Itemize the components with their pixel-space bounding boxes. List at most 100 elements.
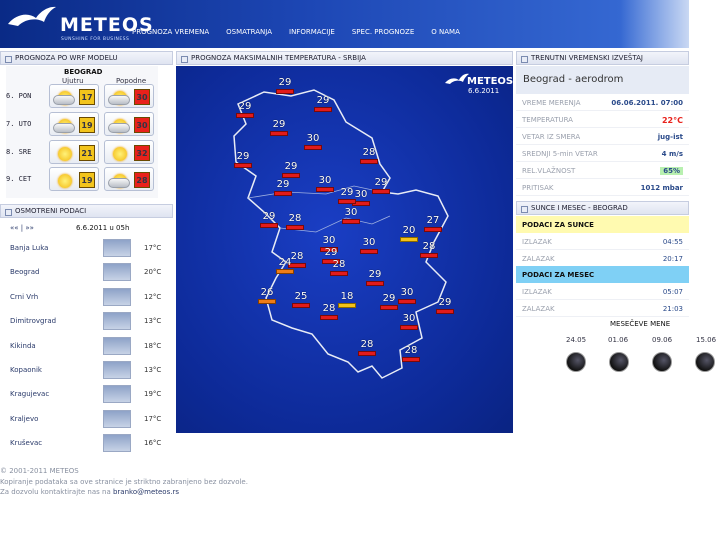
temperature-map[interactable]: METEOS 6.6.2011 29 29 29 29 30 28 29 29 30 29 30 29… bbox=[176, 66, 513, 433]
wrf-morning-cell[interactable]: 19 bbox=[49, 112, 99, 136]
map-temp-marker[interactable]: 29 bbox=[372, 178, 390, 194]
map-temp-marker[interactable]: 29 bbox=[436, 298, 454, 314]
map-temp-marker[interactable]: 30 bbox=[398, 288, 416, 304]
map-temp-value: 20 bbox=[402, 225, 416, 236]
map-temp-marker[interactable]: 26 bbox=[258, 288, 276, 304]
station-row[interactable]: Crni Vrh 12°C bbox=[0, 285, 173, 309]
map-temp-marker[interactable]: 25 bbox=[292, 292, 310, 308]
map-temp-marker[interactable]: 28 bbox=[360, 148, 378, 164]
station-row[interactable]: Kraljevo 17°C bbox=[0, 407, 173, 431]
map-temp-value: 25 bbox=[294, 291, 308, 302]
station-row[interactable]: Kikinda 18°C bbox=[0, 334, 173, 358]
map-temp-marker[interactable]: 29 bbox=[314, 96, 332, 112]
sky-photo-icon bbox=[103, 434, 131, 453]
station-row[interactable]: Dimitrovgrad 13°C bbox=[0, 309, 173, 333]
wrf-morning-cell[interactable]: 21 bbox=[49, 140, 99, 164]
wrf-afternoon-cell[interactable]: 28 bbox=[104, 167, 154, 191]
report-label: TEMPERATURA bbox=[522, 116, 573, 124]
station-row[interactable]: Kragujevac 19°C bbox=[0, 382, 173, 406]
footer-email-link[interactable]: branko@meteos.rs bbox=[113, 488, 179, 496]
map-temp-marker[interactable]: 29 bbox=[270, 120, 288, 136]
map-temp-marker[interactable]: 29 bbox=[260, 212, 278, 228]
map-temp-marker[interactable]: 30 bbox=[316, 176, 334, 192]
map-temp-bar bbox=[282, 173, 300, 178]
wrf-temp-value: 28 bbox=[134, 172, 150, 188]
station-name[interactable]: Banja Luka bbox=[10, 244, 48, 252]
map-temp-marker[interactable]: 28 bbox=[402, 346, 420, 362]
sun-head: PODACI ZA SUNCE bbox=[522, 221, 594, 229]
map-temp-marker[interactable]: 29 bbox=[380, 294, 398, 310]
map-temp-bar bbox=[380, 305, 398, 310]
obs-nav-arrows[interactable]: «« | »» bbox=[10, 224, 34, 232]
map-temp-marker[interactable]: 29 bbox=[282, 162, 300, 178]
map-temp-marker[interactable]: 20 bbox=[400, 226, 418, 242]
map-temp-bar bbox=[342, 219, 360, 224]
map-temp-marker[interactable]: 29 bbox=[366, 270, 384, 286]
nav-informacije[interactable]: INFORMACIJE bbox=[289, 28, 335, 36]
map-temp-value: 29 bbox=[238, 101, 252, 112]
map-temp-marker[interactable]: 29 bbox=[234, 152, 252, 168]
map-temp-bar bbox=[236, 113, 254, 118]
station-row[interactable]: Banja Luka 17°C bbox=[0, 236, 173, 260]
sky-photo-icon bbox=[103, 239, 131, 257]
map-temp-marker[interactable]: 29 bbox=[274, 180, 292, 196]
report-row: VETAR IZ SMERA jug-ist bbox=[516, 128, 689, 145]
station-name[interactable]: Kopaonik bbox=[10, 366, 42, 374]
map-temp-bar bbox=[366, 281, 384, 286]
map-temp-value: 29 bbox=[284, 161, 298, 172]
map-temp-marker[interactable]: 30 bbox=[360, 238, 378, 254]
map-temp-marker[interactable]: 30 bbox=[400, 314, 418, 330]
sun-cloud-icon bbox=[53, 117, 75, 133]
nav-osmatranja[interactable]: OSMATRANJA bbox=[226, 28, 272, 36]
report-row: VREME MERENJA 06.06.2011. 07:00 bbox=[516, 94, 689, 111]
wrf-afternoon-cell[interactable]: 30 bbox=[104, 84, 154, 108]
map-temp-marker[interactable]: 30 bbox=[342, 208, 360, 224]
station-name[interactable]: Kikinda bbox=[10, 342, 36, 350]
sunrise-label: IZLAZAK bbox=[522, 238, 552, 246]
wrf-day-row: 8. SRE 21 32 bbox=[6, 140, 158, 164]
map-temp-value: 27 bbox=[426, 215, 440, 226]
nav-o-nama[interactable]: O NAMA bbox=[431, 28, 460, 36]
station-row[interactable]: Kruševac 16°C bbox=[0, 431, 173, 455]
station-temp: 16°C bbox=[144, 439, 162, 448]
station-name[interactable]: Dimitrovgrad bbox=[10, 317, 56, 325]
report-row: TEMPERATURA 22°C bbox=[516, 111, 689, 128]
sky-photo-icon bbox=[103, 385, 131, 404]
map-temp-marker[interactable]: 29 bbox=[338, 188, 356, 204]
bird-logo-icon[interactable] bbox=[6, 4, 58, 30]
wrf-temp-value: 30 bbox=[134, 117, 150, 133]
map-temp-marker[interactable]: 24 bbox=[276, 258, 294, 274]
wrf-afternoon-cell[interactable]: 32 bbox=[104, 140, 154, 164]
map-temp-marker[interactable]: 29 bbox=[236, 102, 254, 118]
map-temp-marker[interactable]: 28 bbox=[330, 260, 348, 276]
map-temp-marker[interactable]: 30 bbox=[304, 134, 322, 150]
nav-prognoza-vremena[interactable]: PROGNOZA VREMENA bbox=[132, 28, 209, 36]
moon-phase-icon bbox=[652, 352, 672, 372]
map-temp-marker[interactable]: 28 bbox=[286, 214, 304, 230]
wrf-morning-cell[interactable]: 19 bbox=[49, 167, 99, 191]
map-temp-bar bbox=[260, 223, 278, 228]
moonset-label: ZALAZAK bbox=[522, 305, 555, 313]
station-name[interactable]: Kragujevac bbox=[10, 390, 49, 398]
map-temp-value: 30 bbox=[344, 207, 358, 218]
map-temp-marker[interactable]: 27 bbox=[424, 216, 442, 232]
map-temp-marker[interactable]: 28 bbox=[358, 340, 376, 356]
map-temp-bar bbox=[400, 325, 418, 330]
station-row[interactable]: Kopaonik 13°C bbox=[0, 358, 173, 382]
map-temp-marker[interactable]: 28 bbox=[320, 304, 338, 320]
station-name[interactable]: Kruševac bbox=[10, 439, 42, 447]
nav-spec-prognoze[interactable]: SPEC. PROGNOZE bbox=[352, 28, 414, 36]
map-temp-marker[interactable]: 28 bbox=[420, 242, 438, 258]
wrf-afternoon-cell[interactable]: 30 bbox=[104, 112, 154, 136]
map-temp-bar bbox=[338, 199, 356, 204]
station-row[interactable]: Beograd 20°C bbox=[0, 260, 173, 284]
station-name[interactable]: Crni Vrh bbox=[10, 293, 38, 301]
map-temp-value: 29 bbox=[382, 293, 396, 304]
map-temp-marker[interactable]: 18 bbox=[338, 292, 356, 308]
station-name[interactable]: Beograd bbox=[10, 268, 39, 276]
station-name[interactable]: Kraljevo bbox=[10, 415, 38, 423]
wrf-morning-cell[interactable]: 17 bbox=[49, 84, 99, 108]
sun-icon bbox=[108, 145, 130, 161]
map-temp-value: 24 bbox=[278, 257, 292, 268]
map-temp-marker[interactable]: 29 bbox=[276, 78, 294, 94]
